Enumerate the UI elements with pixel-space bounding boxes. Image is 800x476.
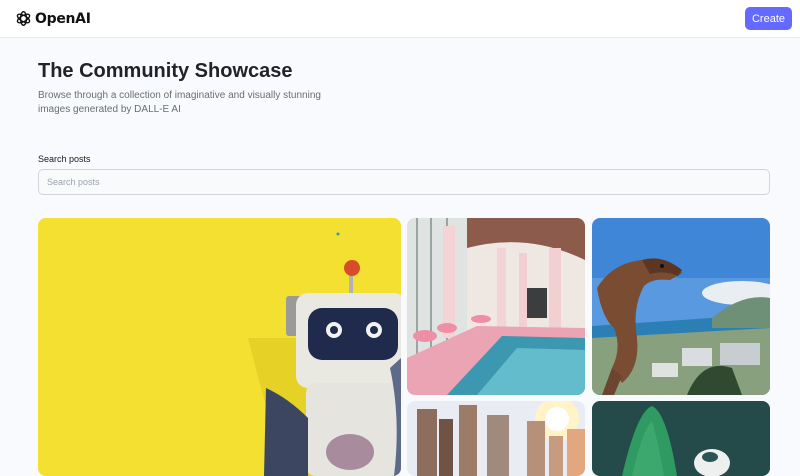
gallery-card-robot[interactable] [38,218,401,476]
page-subtitle: Browse through a collection of imaginati… [38,90,321,115]
search-input[interactable] [38,169,770,195]
robot-image [38,218,401,476]
gallery-card-pool[interactable] [407,218,585,395]
cone-figure-image [592,401,770,476]
search-label: Search posts [38,154,91,164]
pool-image [407,218,585,395]
create-button[interactable]: Create [745,7,792,30]
logo-link[interactable]: OpenAI [15,10,91,27]
gallery-card-dinosaur[interactable] [592,218,770,395]
gallery-card-skyscrapers[interactable] [407,401,585,476]
logo-text: OpenAI [35,10,91,27]
skyscrapers-image [407,401,585,476]
openai-logo-icon [16,11,31,26]
gallery-card-cone-figure[interactable] [592,401,770,476]
dinosaur-image [592,218,770,395]
page-title: The Community Showcase [38,60,293,82]
top-header: OpenAI Create [0,0,800,38]
